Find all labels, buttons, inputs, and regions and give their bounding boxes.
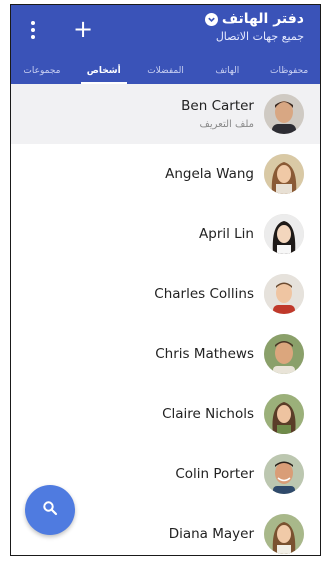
contact-row[interactable]: Chris Mathews — [11, 324, 320, 384]
search-icon — [42, 500, 58, 520]
contact-row[interactable]: Charles Collins — [11, 264, 320, 324]
avatar — [264, 154, 304, 194]
title-dropdown[interactable]: دفتر الهاتف — [204, 11, 304, 27]
contact-row[interactable]: April Lin — [11, 204, 320, 264]
contact-name: Claire Nichols — [162, 406, 254, 422]
page-title: دفتر الهاتف — [221, 11, 304, 27]
contact-name: Diana Mayer — [168, 526, 254, 542]
tab-groups[interactable]: مجموعات — [11, 57, 73, 84]
contact-row[interactable]: Claire Nichols — [11, 384, 320, 444]
contact-name: Angela Wang — [165, 166, 254, 182]
tab-phone[interactable]: الهاتف — [196, 57, 258, 84]
contact-name: Ben Carter — [181, 98, 254, 114]
profile-label: ملف التعريف — [199, 119, 254, 130]
chevron-down-icon — [204, 12, 218, 26]
plus-icon[interactable]: + — [69, 14, 97, 44]
tab-history[interactable]: محفوظات — [258, 57, 320, 84]
avatar — [264, 274, 304, 314]
contact-name: April Lin — [199, 226, 254, 242]
avatar — [264, 454, 304, 494]
avatar — [264, 334, 304, 374]
avatar — [264, 94, 304, 134]
app-header: + دفتر الهاتف جميع جهات الاتصال محفوظات … — [11, 5, 320, 84]
search-button[interactable] — [25, 485, 75, 535]
avatar — [264, 394, 304, 434]
tab-favorites[interactable]: المفضلات — [135, 57, 197, 84]
contact-row-profile[interactable]: Ben Carter ملف التعريف — [11, 84, 320, 144]
tab-bar: محفوظات الهاتف المفضلات أشخاص مجموعات — [11, 57, 320, 84]
contact-name: Colin Porter — [175, 466, 254, 482]
page-subtitle: جميع جهات الاتصال — [215, 30, 304, 43]
contact-row[interactable]: Angela Wang — [11, 144, 320, 204]
avatar — [264, 214, 304, 254]
contact-name: Charles Collins — [154, 286, 254, 302]
tab-people[interactable]: أشخاص — [73, 57, 135, 84]
more-vertical-icon[interactable] — [25, 19, 41, 43]
contact-name: Chris Mathews — [155, 346, 254, 362]
avatar — [264, 514, 304, 554]
phone-screen: + دفتر الهاتف جميع جهات الاتصال محفوظات … — [10, 4, 321, 556]
